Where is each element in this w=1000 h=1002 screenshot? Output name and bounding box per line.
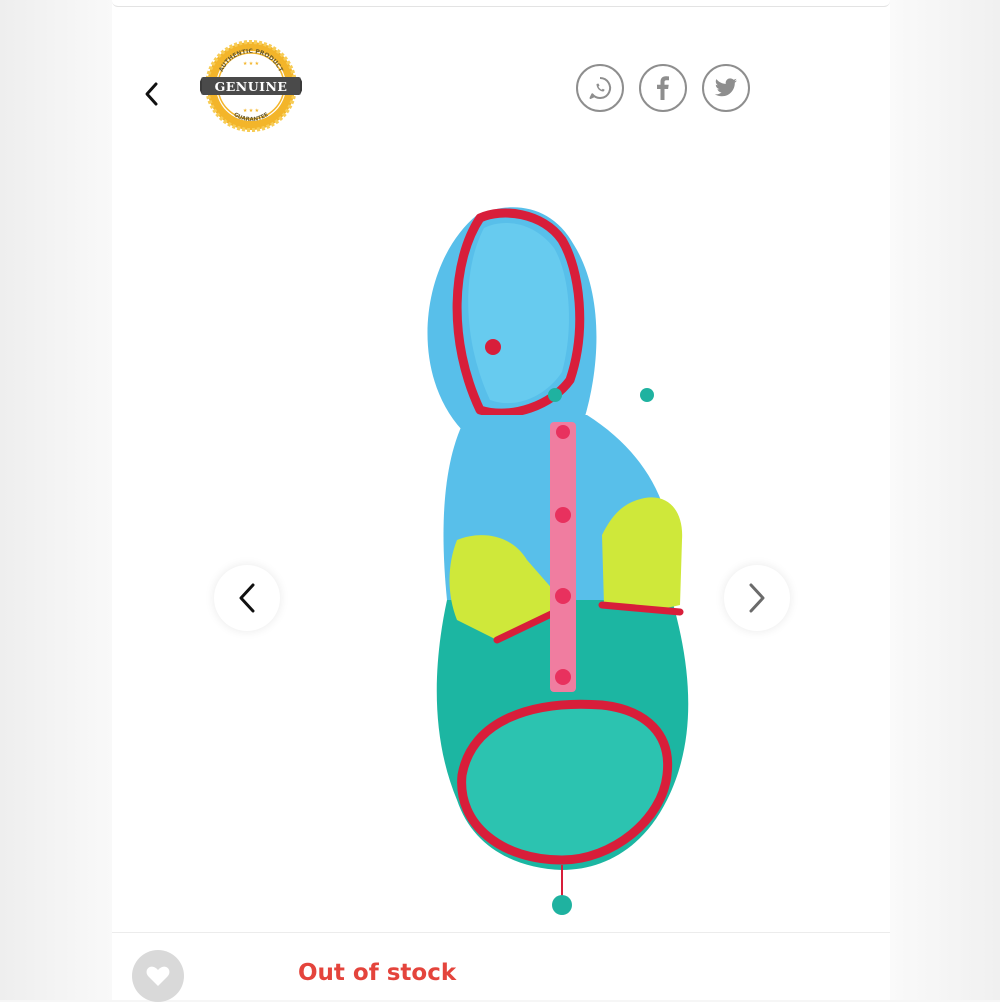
chevron-right-icon — [749, 583, 765, 613]
stock-status: Out of stock — [298, 960, 457, 986]
facebook-icon — [657, 76, 669, 100]
gallery-prev-button[interactable] — [214, 565, 280, 631]
raincoat-hood-inner — [468, 222, 569, 404]
wishlist-button[interactable] — [132, 950, 184, 1002]
badge-ribbon-text: GENUINE — [215, 79, 288, 94]
gallery-next-button[interactable] — [724, 565, 790, 631]
heart-icon — [146, 966, 170, 986]
bottom-divider — [112, 932, 890, 933]
background-blur-right — [888, 0, 1000, 1000]
twitter-share-button[interactable] — [702, 64, 750, 112]
whatsapp-icon — [589, 76, 612, 99]
bottom-toggle — [552, 895, 572, 915]
background-blur-left — [0, 0, 112, 1000]
hood-snap — [485, 339, 501, 355]
svg-text:★ ★ ★: ★ ★ ★ — [243, 108, 260, 114]
facebook-share-button[interactable] — [639, 64, 687, 112]
genuine-badge: AUTHENTIC PRODUCT GUARANTEE GENUINE ★ ★ … — [200, 40, 302, 132]
product-panel: AUTHENTIC PRODUCT GUARANTEE GENUINE ★ ★ … — [112, 0, 890, 1002]
product-image — [427, 207, 689, 915]
share-buttons — [576, 64, 750, 112]
whatsapp-share-button[interactable] — [576, 64, 624, 112]
raincoat-placket — [550, 422, 576, 692]
svg-text:★ ★ ★: ★ ★ ★ — [243, 61, 260, 67]
back-button[interactable] — [134, 74, 170, 114]
top-divider — [112, 0, 890, 7]
chevron-left-icon — [239, 583, 255, 613]
chevron-left-icon — [145, 82, 158, 106]
twitter-icon — [714, 78, 737, 97]
